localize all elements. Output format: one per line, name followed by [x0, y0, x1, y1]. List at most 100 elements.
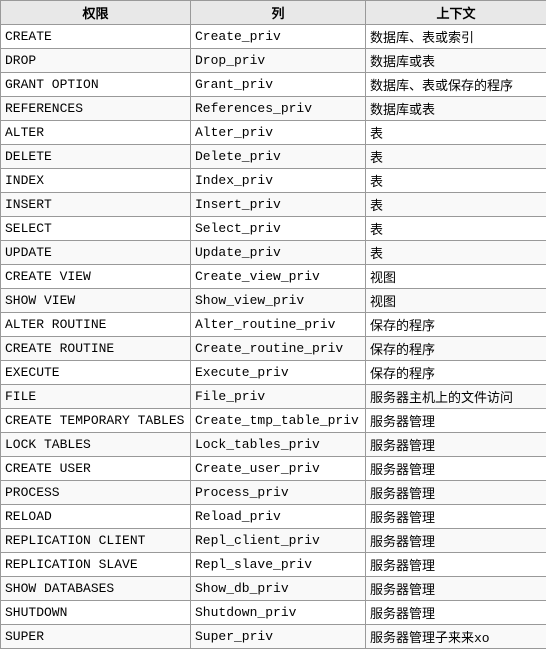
table-cell: 数据库或表 [366, 49, 546, 73]
table-cell: Show_db_priv [191, 577, 366, 601]
table-cell: 服务器管理子来来xo [366, 625, 546, 649]
header-column: 列 [191, 1, 366, 25]
table-row: ALTERAlter_priv表 [1, 121, 546, 145]
table-cell: Execute_priv [191, 361, 366, 385]
table-cell: 表 [366, 193, 546, 217]
table-cell: Show_view_priv [191, 289, 366, 313]
table-cell: 服务器管理 [366, 457, 546, 481]
table-cell: 保存的程序 [366, 337, 546, 361]
table-cell: UPDATE [1, 241, 191, 265]
table-cell: ALTER [1, 121, 191, 145]
table-cell: Repl_slave_priv [191, 553, 366, 577]
table-cell: RELOAD [1, 505, 191, 529]
table-row: SELECTSelect_priv表 [1, 217, 546, 241]
table-cell: Create_view_priv [191, 265, 366, 289]
table-cell: File_priv [191, 385, 366, 409]
table-row: REPLICATION SLAVERepl_slave_priv服务器管理 [1, 553, 546, 577]
table-cell: Delete_priv [191, 145, 366, 169]
table-cell: CREATE USER [1, 457, 191, 481]
table-cell: 服务器管理 [366, 505, 546, 529]
table-cell: SUPER [1, 625, 191, 649]
table-cell: Create_tmp_table_priv [191, 409, 366, 433]
table-cell: 服务器管理 [366, 481, 546, 505]
table-cell: CREATE TEMPORARY TABLES [1, 409, 191, 433]
table-cell: 表 [366, 241, 546, 265]
table-cell: Grant_priv [191, 73, 366, 97]
table-cell: 表 [366, 169, 546, 193]
table-cell: 数据库、表或保存的程序 [366, 73, 546, 97]
table-cell: PROCESS [1, 481, 191, 505]
table-cell: 数据库、表或索引 [366, 25, 546, 49]
table-cell: 服务器管理 [366, 433, 546, 457]
table-cell: 服务器管理 [366, 529, 546, 553]
table-cell: Create_routine_priv [191, 337, 366, 361]
table-cell: SHUTDOWN [1, 601, 191, 625]
table-row: REPLICATION CLIENTRepl_client_priv服务器管理 [1, 529, 546, 553]
table-cell: 服务器管理 [366, 553, 546, 577]
table-cell: 数据库或表 [366, 97, 546, 121]
table-cell: 保存的程序 [366, 313, 546, 337]
header-privilege: 权限 [1, 1, 191, 25]
table-cell: REPLICATION SLAVE [1, 553, 191, 577]
table-cell: Drop_priv [191, 49, 366, 73]
table-cell: INDEX [1, 169, 191, 193]
table-cell: 表 [366, 217, 546, 241]
header-context: 上下文 [366, 1, 546, 25]
table-cell: SHOW VIEW [1, 289, 191, 313]
table-cell: INSERT [1, 193, 191, 217]
table-cell: Alter_priv [191, 121, 366, 145]
table-cell: Create_priv [191, 25, 366, 49]
table-row: SUPERSuper_priv服务器管理子来来xo [1, 625, 546, 649]
table-cell: REFERENCES [1, 97, 191, 121]
privileges-table: 权限 列 上下文 CREATECreate_priv数据库、表或索引DROPDr… [0, 0, 546, 649]
table-cell: REPLICATION CLIENT [1, 529, 191, 553]
table-cell: Update_priv [191, 241, 366, 265]
table-cell: GRANT OPTION [1, 73, 191, 97]
table-cell: Super_priv [191, 625, 366, 649]
table-cell: 服务器管理 [366, 601, 546, 625]
table-cell: FILE [1, 385, 191, 409]
table-row: GRANT OPTIONGrant_priv数据库、表或保存的程序 [1, 73, 546, 97]
table-cell: Create_user_priv [191, 457, 366, 481]
table-cell: SELECT [1, 217, 191, 241]
table-cell: References_priv [191, 97, 366, 121]
table-row: CREATE TEMPORARY TABLESCreate_tmp_table_… [1, 409, 546, 433]
table-cell: 保存的程序 [366, 361, 546, 385]
table-row: FILEFile_priv服务器主机上的文件访问 [1, 385, 546, 409]
table-row: CREATE VIEWCreate_view_priv视图 [1, 265, 546, 289]
table-row: CREATE USERCreate_user_priv服务器管理 [1, 457, 546, 481]
table-row: DROPDrop_priv数据库或表 [1, 49, 546, 73]
table-cell: EXECUTE [1, 361, 191, 385]
table-cell: 视图 [366, 265, 546, 289]
table-cell: 服务器管理 [366, 577, 546, 601]
table-row: CREATECreate_priv数据库、表或索引 [1, 25, 546, 49]
table-cell: 服务器主机上的文件访问 [366, 385, 546, 409]
table-row: DELETEDelete_priv表 [1, 145, 546, 169]
table-cell: Process_priv [191, 481, 366, 505]
table-cell: Shutdown_priv [191, 601, 366, 625]
table-cell: LOCK TABLES [1, 433, 191, 457]
table-cell: Reload_priv [191, 505, 366, 529]
table-cell: 视图 [366, 289, 546, 313]
table-row: UPDATEUpdate_priv表 [1, 241, 546, 265]
table-row: LOCK TABLESLock_tables_priv服务器管理 [1, 433, 546, 457]
table-cell: SHOW DATABASES [1, 577, 191, 601]
table-row: CREATE ROUTINECreate_routine_priv保存的程序 [1, 337, 546, 361]
table-cell: Index_priv [191, 169, 366, 193]
table-cell: 表 [366, 145, 546, 169]
table-row: INSERTInsert_priv表 [1, 193, 546, 217]
table-row: SHOW VIEWShow_view_priv视图 [1, 289, 546, 313]
table-row: PROCESSProcess_priv服务器管理 [1, 481, 546, 505]
table-cell: CREATE [1, 25, 191, 49]
table-cell: 表 [366, 121, 546, 145]
table-cell: 服务器管理 [366, 409, 546, 433]
table-row: SHOW DATABASESShow_db_priv服务器管理 [1, 577, 546, 601]
table-cell: CREATE ROUTINE [1, 337, 191, 361]
table-cell: Repl_client_priv [191, 529, 366, 553]
table-cell: Select_priv [191, 217, 366, 241]
table-cell: DROP [1, 49, 191, 73]
table-row: SHUTDOWNShutdown_priv服务器管理 [1, 601, 546, 625]
table-cell: Lock_tables_priv [191, 433, 366, 457]
table-row: INDEXIndex_priv表 [1, 169, 546, 193]
table-cell: ALTER ROUTINE [1, 313, 191, 337]
